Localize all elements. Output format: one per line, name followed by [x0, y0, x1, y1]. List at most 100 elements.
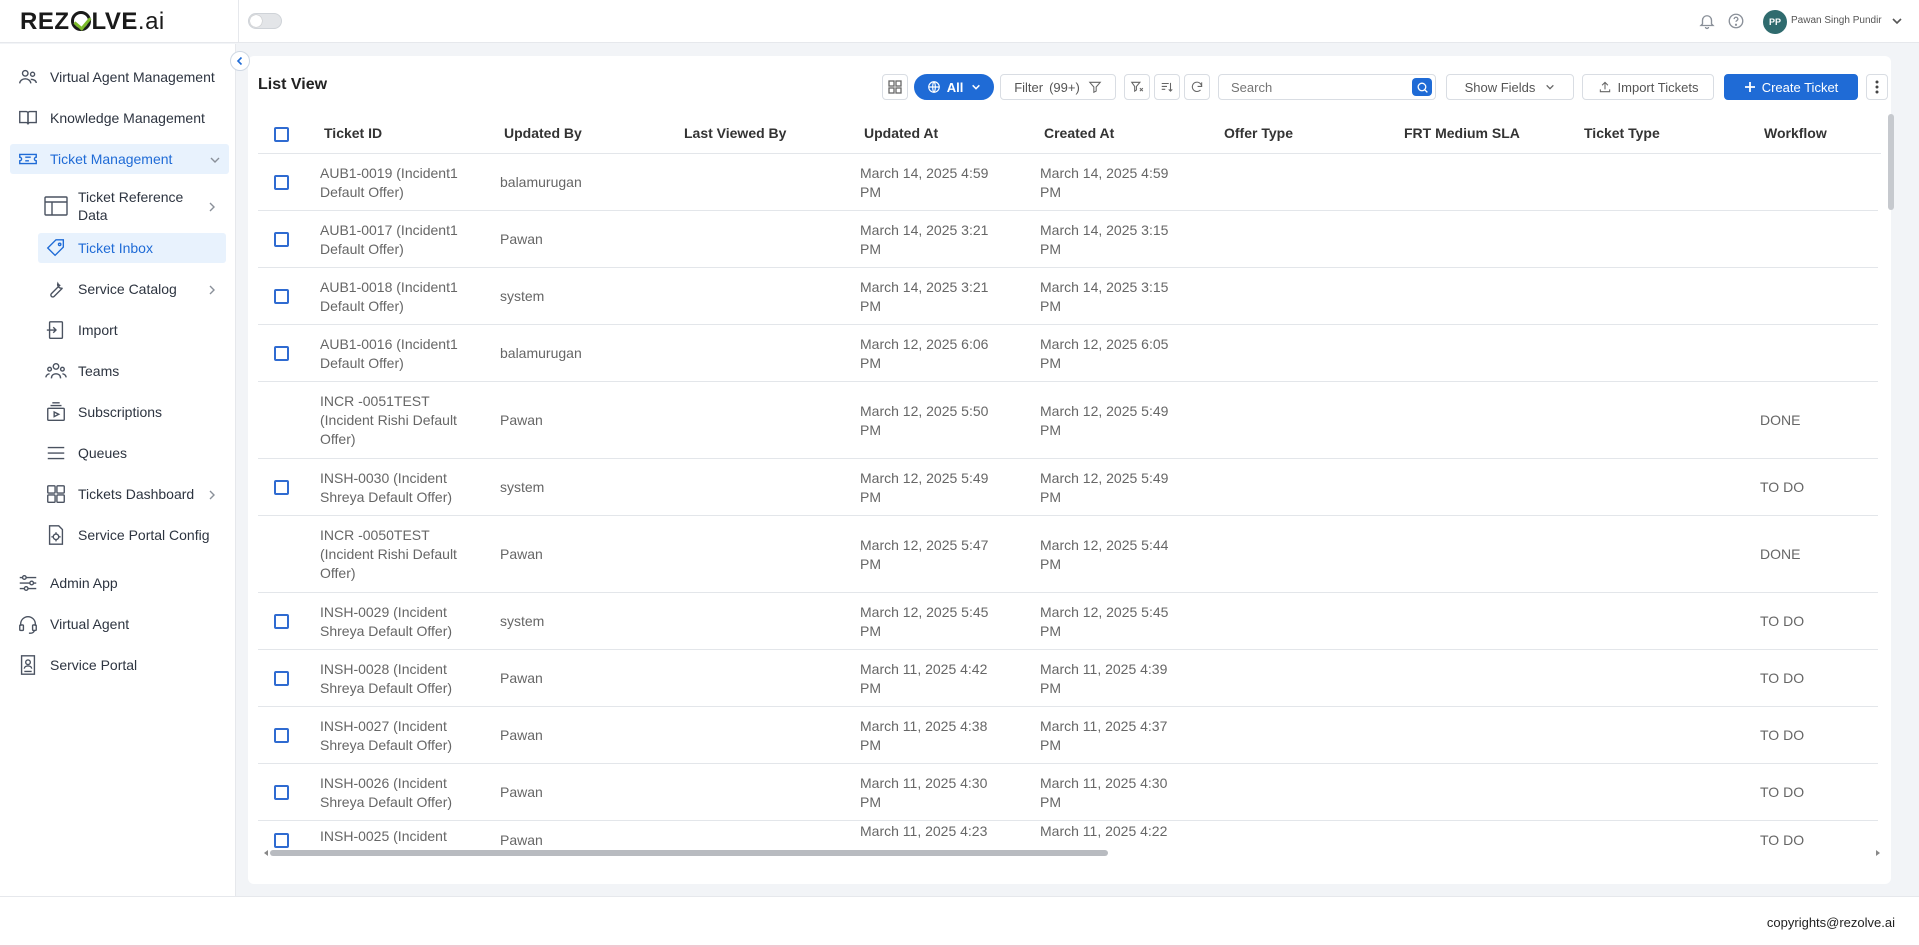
row-checkbox[interactable] [274, 614, 289, 629]
sidebar-item-subscriptions[interactable]: Subscriptions [44, 397, 226, 427]
sidebar-item-virtual-agent[interactable]: Virtual Agent [16, 609, 226, 639]
header-divider [238, 0, 239, 43]
table-row[interactable]: AUB1-0019 (Incident1 Default Offer) balamu… [258, 154, 1878, 211]
table-row[interactable]: INSH-0027 (Incident Shreya Default Offer)… [258, 707, 1878, 764]
column-header-updated-by[interactable]: Updated By [504, 125, 582, 141]
sidebar-item-tickets-dashboard[interactable]: Tickets Dashboard [44, 479, 226, 509]
sidebar-item-ticket-management[interactable]: Ticket Management [10, 144, 229, 174]
column-header-last-viewed-by[interactable]: Last Viewed By [684, 125, 786, 141]
ticket-id-cell[interactable]: INCR -0051TEST (Incident Rishi Default Off… [320, 392, 457, 449]
column-header-workflow[interactable]: Workflow [1764, 125, 1827, 141]
table-header: Ticket ID Updated By Last Viewed By Upda… [258, 110, 1881, 154]
chevron-down-icon[interactable] [1891, 14, 1903, 26]
clear-filter-button[interactable] [1124, 74, 1150, 100]
horizontal-scrollbar-thumb[interactable] [270, 850, 1108, 856]
refresh-button[interactable] [1184, 74, 1210, 100]
sidebar-item-knowledge-management[interactable]: Knowledge Management [16, 103, 226, 133]
column-header-ticket-id[interactable]: Ticket ID [324, 125, 382, 141]
ticket-id-cell[interactable]: INSH-0025 (Incident [320, 827, 447, 846]
sidebar-item-virtual-agent-management[interactable]: Virtual Agent Management [16, 62, 226, 92]
updated-by-cell: Pawan [500, 784, 543, 800]
search-input[interactable] [1219, 75, 1409, 99]
grid-view-button[interactable] [882, 74, 908, 100]
ticket-id-cell[interactable]: INSH-0028 (Incident Shreya Default Offer) [320, 660, 452, 698]
user-name[interactable]: Pawan Singh Pundir [1791, 15, 1882, 26]
row-checkbox[interactable] [274, 175, 289, 190]
ticket-id-cell[interactable]: AUB1-0017 (Incident1 Default Offer) [320, 221, 458, 259]
sidebar: Virtual Agent Management Knowledge Manag… [0, 44, 236, 896]
sidebar-item-service-portal[interactable]: Service Portal [16, 650, 226, 680]
row-checkbox[interactable] [274, 785, 289, 800]
table-row[interactable]: INSH-0026 (Incident Shreya Default Offer)… [258, 764, 1878, 821]
page-title: List View [258, 76, 328, 93]
table-row[interactable]: AUB1-0016 (Incident1 Default Offer) balamu… [258, 325, 1878, 382]
create-ticket-button[interactable]: Create Ticket [1724, 74, 1858, 100]
ticket-id-cell[interactable]: AUB1-0016 (Incident1 Default Offer) [320, 335, 458, 373]
updated-at-cell: March 14, 2025 3:21 PM [860, 279, 989, 314]
sidebar-item-teams[interactable]: Teams [44, 356, 226, 386]
sidebar-item-queues[interactable]: Queues [44, 438, 226, 468]
column-header-updated-at[interactable]: Updated At [864, 125, 938, 141]
chevron-right-icon [206, 200, 218, 212]
ticket-id-cell[interactable]: INCR -0050TEST (Incident Rishi Default Off… [320, 526, 457, 583]
column-header-ticket-type[interactable]: Ticket Type [1584, 125, 1660, 141]
show-fields-dropdown[interactable]: Show Fields [1446, 74, 1574, 100]
sidebar-item-import[interactable]: Import [44, 315, 226, 345]
select-all-checkbox[interactable] [274, 127, 289, 142]
scroll-left-icon[interactable] [262, 849, 270, 857]
all-scope-dropdown[interactable]: All [914, 74, 994, 100]
ticket-id-cell[interactable]: AUB1-0019 (Incident1 Default Offer) [320, 164, 458, 202]
sidebar-item-ticket-reference-data[interactable]: Ticket Reference Data [44, 186, 226, 226]
column-header-frt-medium-sla[interactable]: FRT Medium SLA [1404, 125, 1520, 141]
row-checkbox[interactable] [274, 232, 289, 247]
table-row[interactable]: INSH-0028 (Incident Shreya Default Offer)… [258, 650, 1878, 707]
import-tickets-button[interactable]: Import Tickets [1582, 74, 1714, 100]
updated-at-cell: March 11, 2025 4:30 PM [860, 775, 988, 810]
ticket-id-cell[interactable]: INSH-0027 (Incident Shreya Default Offer) [320, 717, 452, 755]
filter-button[interactable]: Filter (99+) [1000, 74, 1116, 100]
vertical-scrollbar[interactable] [1888, 114, 1894, 210]
updated-at-cell: March 12, 2025 6:06 PM [860, 336, 989, 371]
sidebar-item-service-catalog[interactable]: Service Catalog [44, 274, 226, 304]
column-header-offer-type[interactable]: Offer Type [1224, 125, 1293, 141]
more-vertical-icon [1875, 80, 1879, 94]
bell-icon[interactable] [1698, 12, 1716, 30]
sidebar-collapse-button[interactable] [230, 51, 250, 71]
filter-icon [1088, 81, 1102, 94]
avatar[interactable]: PP [1763, 10, 1787, 34]
updated-at-cell: March 12, 2025 5:47 PM [860, 537, 989, 572]
row-checkbox[interactable] [274, 480, 289, 495]
sidebar-item-admin-app[interactable]: Admin App [16, 568, 226, 598]
rezolve-logo[interactable]: REZ LVE.ai [20, 8, 165, 36]
workflow-cell: DONE [1760, 546, 1801, 562]
table-row[interactable]: INSH-0030 (Incident Shreya Default Offer)… [258, 459, 1878, 516]
table-row[interactable]: AUB1-0018 (Incident1 Default Offer) system… [258, 268, 1878, 325]
ticket-id-cell[interactable]: INSH-0030 (Incident Shreya Default Offer) [320, 469, 452, 507]
sort-button[interactable] [1154, 74, 1180, 100]
more-options-button[interactable] [1866, 74, 1888, 100]
table-row[interactable]: AUB1-0017 (Incident1 Default Offer) Pawan M… [258, 211, 1878, 268]
ticket-id-cell[interactable]: AUB1-0018 (Incident1 Default Offer) [320, 278, 458, 316]
row-checkbox[interactable] [274, 671, 289, 686]
search-button[interactable] [1412, 78, 1432, 96]
sidebar-item-service-portal-config[interactable]: Service Portal Config [44, 520, 226, 550]
theme-toggle[interactable] [248, 13, 282, 29]
table-row[interactable]: INCR -0050TEST (Incident Rishi Default Off… [258, 516, 1878, 593]
table-row[interactable]: INCR -0051TEST (Incident Rishi Default Off… [258, 382, 1878, 459]
row-checkbox[interactable] [274, 346, 289, 361]
help-icon[interactable] [1727, 12, 1745, 30]
created-at-cell: March 11, 2025 4:37 PM [1040, 718, 1168, 753]
wrench-icon [44, 277, 68, 301]
updated-at-cell: March 11, 2025 4:23 [860, 823, 988, 839]
row-checkbox[interactable] [274, 289, 289, 304]
column-header-created-at[interactable]: Created At [1044, 125, 1114, 141]
ticket-id-cell[interactable]: INSH-0026 (Incident Shreya Default Offer) [320, 774, 452, 812]
scroll-right-icon[interactable] [1874, 849, 1882, 857]
row-checkbox[interactable] [274, 728, 289, 743]
updated-by-cell: Pawan [500, 412, 543, 428]
created-at-cell: March 11, 2025 4:39 PM [1040, 661, 1168, 696]
ticket-id-cell[interactable]: INSH-0029 (Incident Shreya Default Offer) [320, 603, 452, 641]
row-checkbox[interactable] [274, 833, 289, 848]
table-row[interactable]: INSH-0029 (Incident Shreya Default Offer)… [258, 593, 1878, 650]
sidebar-item-ticket-inbox[interactable]: Ticket Inbox [38, 233, 226, 263]
